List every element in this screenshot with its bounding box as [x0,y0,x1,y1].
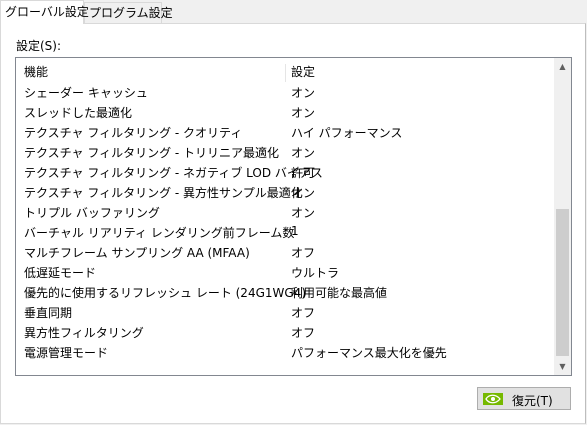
row-setting: オフ [291,326,316,340]
table-header: 機能 設定 [16,60,554,82]
table-row[interactable]: 低遅延モード ウルトラ [16,261,554,281]
table-row[interactable]: 異方性フィルタリング オフ [16,321,554,341]
tab-program-settings[interactable]: プログラム設定 [84,2,173,23]
row-setting: オフ [291,246,316,260]
row-setting: ハイ パフォーマンス [291,126,403,140]
table-row[interactable]: スレッドした最適化 オン [16,101,554,121]
row-feature: シェーダー キャッシュ [24,86,148,100]
column-header-feature[interactable]: 機能 [24,63,48,80]
row-feature: テクスチャ フィルタリング - ネガティブ LOD バイアス [24,166,323,180]
tab-global-settings[interactable]: グローバル設定 [0,0,89,24]
table-row[interactable]: マルチフレーム サンプリング AA (MFAA) オフ [16,241,554,261]
row-feature: スレッドした最適化 [24,106,133,120]
table-row[interactable]: バーチャル リアリティ レンダリング前フレーム数 1 [16,221,554,241]
table-row[interactable]: 優先的に使用するリフレッシュ レート (24G1WG4) 利用可能な最高値 [16,281,554,301]
row-setting: 1 [291,224,299,238]
row-feature: 優先的に使用するリフレッシュ レート (24G1WG4) [24,286,306,300]
row-feature: テクスチャ フィルタリング - 異方性サンプル最適化 [24,186,303,200]
table-row[interactable]: テクスチャ フィルタリング - クオリティ ハイ パフォーマンス [16,121,554,141]
scroll-down-icon[interactable]: ▼ [554,358,571,375]
row-setting: オン [291,146,316,160]
row-setting: オン [291,106,316,120]
column-divider[interactable] [285,64,286,82]
row-setting: オン [291,206,316,220]
row-feature: バーチャル リアリティ レンダリング前フレーム数 [24,226,295,240]
row-setting: 利用可能な最高値 [291,286,388,300]
row-setting: パフォーマンス最大化を優先 [291,346,447,360]
row-feature: 垂直同期 [24,306,73,320]
nvidia-logo-icon [483,393,503,405]
row-feature: 電源管理モード [24,346,109,360]
tab-bar: グローバル設定 プログラム設定 [0,0,587,24]
table-row[interactable]: トリプル バッファリング オン [16,201,554,221]
vertical-scrollbar[interactable]: ▲ ▼ [554,58,571,375]
table-row[interactable]: 垂直同期 オフ [16,301,554,321]
scroll-up-icon[interactable]: ▲ [554,58,571,75]
row-feature: テクスチャ フィルタリング - クオリティ [24,126,243,140]
row-setting: オン [291,86,316,100]
row-setting: 許可 [291,166,316,180]
scrollbar-thumb[interactable] [556,209,569,356]
row-setting: オフ [291,306,316,320]
restore-button-label: 復元(T) [512,394,553,408]
row-feature: 低遅延モード [24,266,97,280]
row-setting: オン [291,186,316,200]
settings-label: 設定(S): [16,39,62,53]
row-feature: トリプル バッファリング [24,206,160,220]
table-row[interactable]: テクスチャ フィルタリング - トリリニア最適化 オン [16,141,554,161]
table-row[interactable]: テクスチャ フィルタリング - ネガティブ LOD バイアス 許可 [16,161,554,181]
table-row[interactable]: テクスチャ フィルタリング - 異方性サンプル最適化 オン [16,181,554,201]
table-row[interactable]: シェーダー キャッシュ オン [16,81,554,101]
row-feature: マルチフレーム サンプリング AA (MFAA) [24,246,250,260]
table-row[interactable]: 電源管理モード パフォーマンス最大化を優先 [16,341,554,361]
settings-list[interactable]: 機能 設定 シェーダー キャッシュ オン スレッドした最適化 オン テクスチャ … [15,57,572,376]
restore-button[interactable]: 復元(T) [477,387,571,410]
column-header-setting[interactable]: 設定 [291,63,315,80]
row-setting: ウルトラ [291,266,340,280]
row-feature: 異方性フィルタリング [24,326,144,340]
row-feature: テクスチャ フィルタリング - トリリニア最適化 [24,146,280,160]
